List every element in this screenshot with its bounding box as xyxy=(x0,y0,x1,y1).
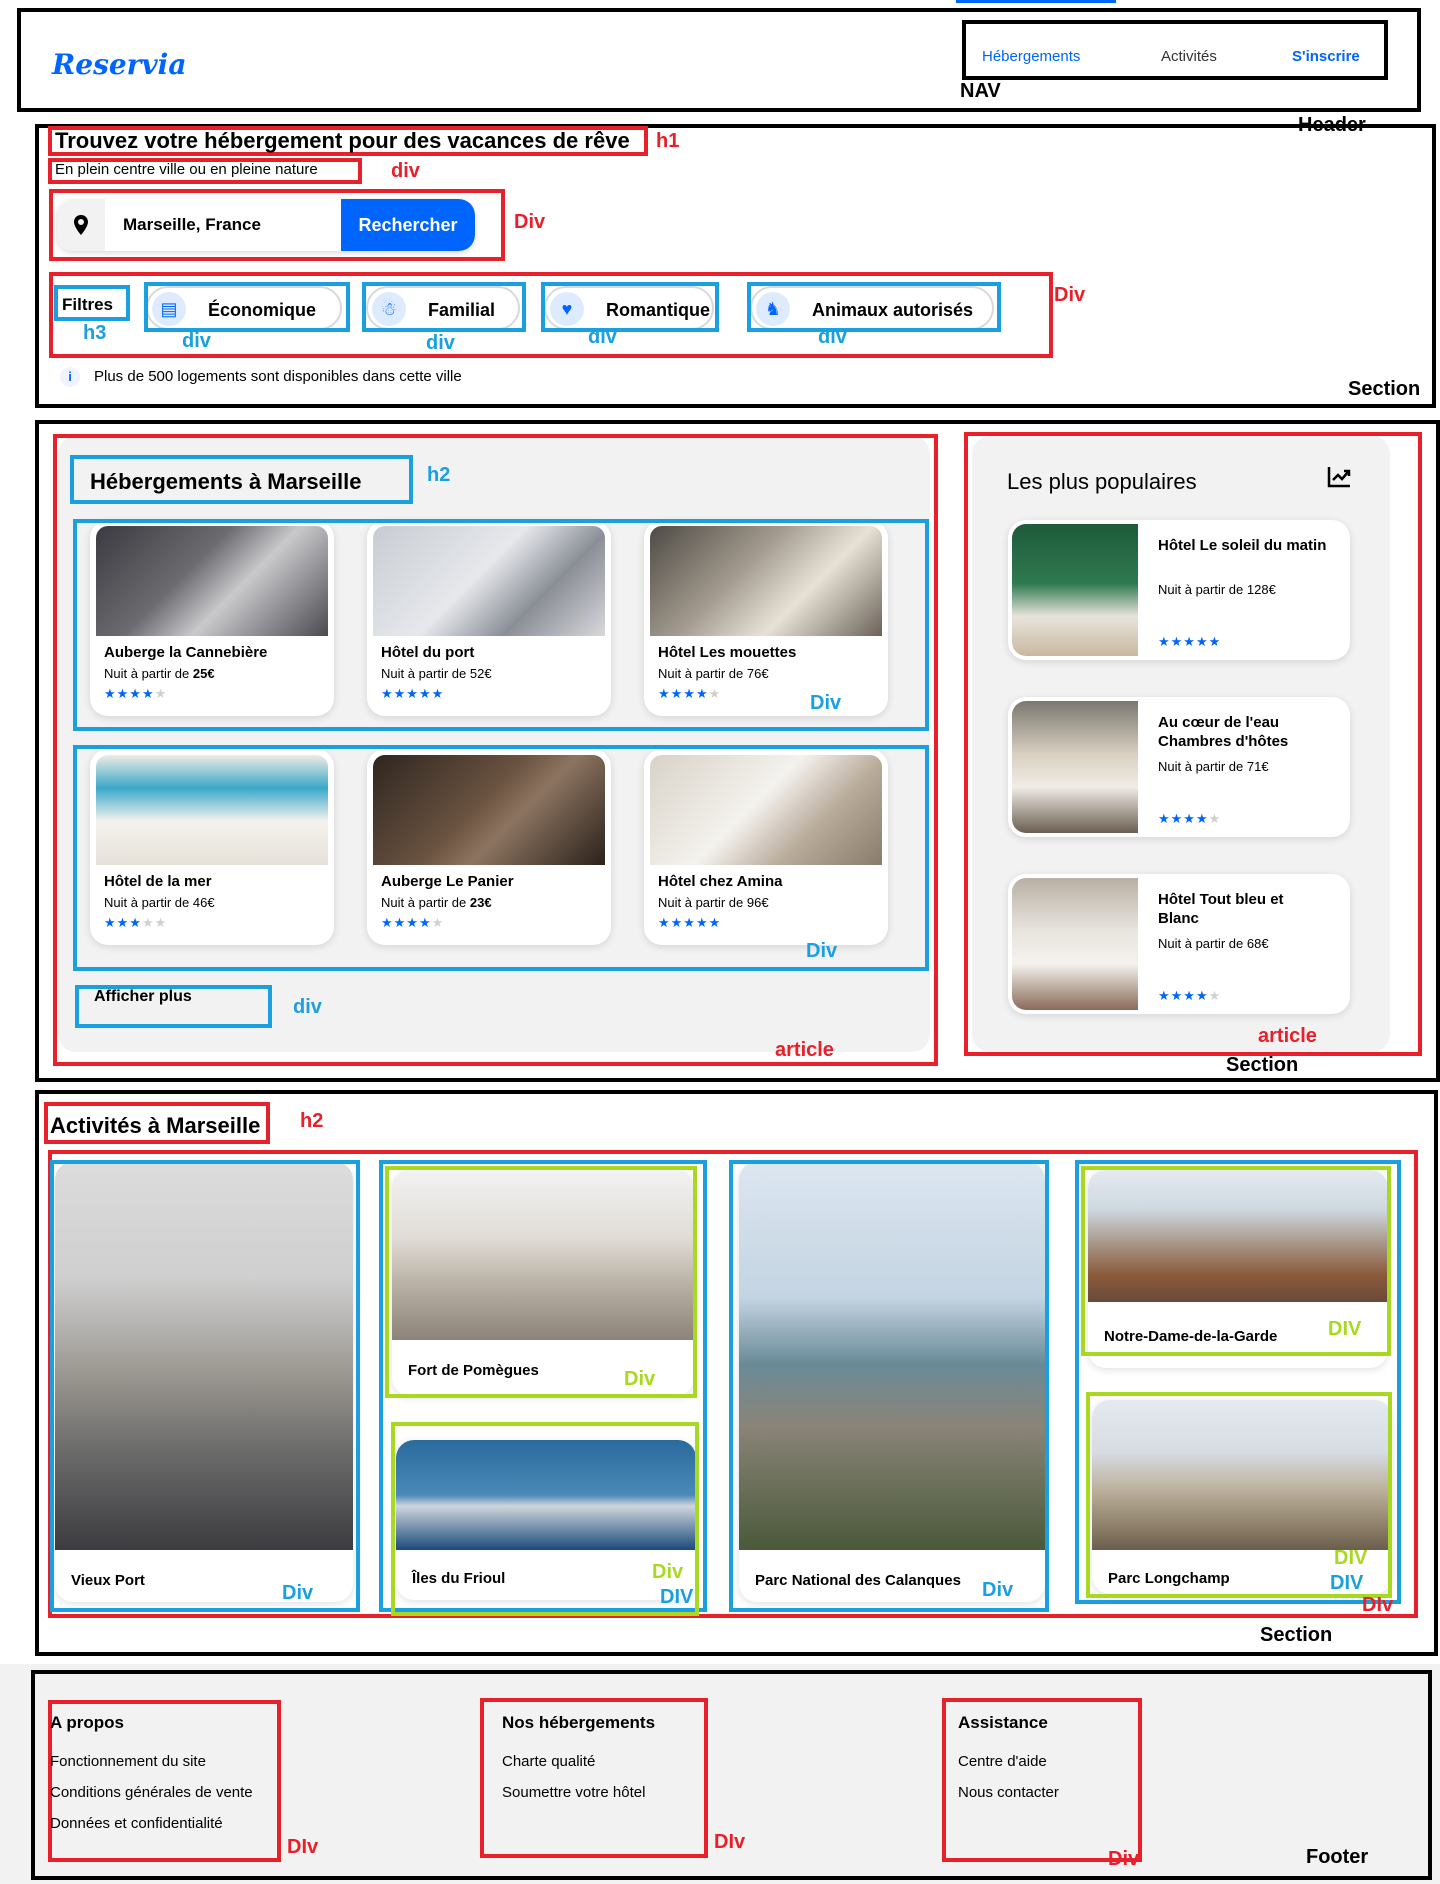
footer-link[interactable]: Soumettre votre hôtel xyxy=(502,1784,645,1801)
trending-icon xyxy=(1326,465,1352,494)
chip-outline xyxy=(362,282,526,332)
col-outline xyxy=(50,1160,360,1612)
article-annotation: article xyxy=(775,1039,834,1061)
popular-name: Hôtel Tout bleu et Blanc xyxy=(1158,891,1284,927)
div-annotation: Div xyxy=(282,1582,314,1604)
col-outline xyxy=(729,1160,1049,1612)
footer-heading: A propos xyxy=(50,1713,124,1732)
chip-outline xyxy=(747,282,1001,332)
nav-hebergements-link[interactable]: Hébergements xyxy=(982,48,1080,65)
star-rating: ★★★★★ xyxy=(1158,634,1222,649)
popular-photo xyxy=(1012,701,1138,833)
h3-annotation: h3 xyxy=(83,322,107,344)
div-annotation: Div xyxy=(1108,1848,1140,1870)
popular-photo xyxy=(1012,524,1138,656)
activities-title: Activités à Marseille xyxy=(50,1113,261,1138)
div-annotation: Div xyxy=(652,1561,684,1583)
section-annotation: Section xyxy=(1226,1054,1299,1076)
star-rating: ★★★★★ xyxy=(1158,988,1222,1003)
div-annotation: div xyxy=(426,332,455,354)
popular-price: Nuit à partir de 68€ xyxy=(1158,936,1269,951)
search-button[interactable]: Rechercher xyxy=(341,199,475,251)
footer-annotation: Footer xyxy=(1306,1846,1369,1868)
h2-annotation: h2 xyxy=(300,1110,324,1132)
div-annotation: DIv xyxy=(714,1831,746,1853)
footer-link[interactable]: Conditions générales de vente xyxy=(50,1784,253,1801)
footer-link[interactable]: Charte qualité xyxy=(502,1753,595,1770)
div-annotation: Div xyxy=(624,1368,656,1390)
search-input[interactable]: Marseille, France xyxy=(123,215,261,235)
popular-price: Nuit à partir de 71€ xyxy=(1158,759,1269,774)
info-icon: i xyxy=(60,367,80,387)
popular-photo xyxy=(1012,878,1138,1010)
popular-price: Nuit à partir de 128€ xyxy=(1158,582,1276,597)
footer-link[interactable]: Nous contacter xyxy=(958,1784,1059,1801)
page-title: Trouvez votre hébergement pour des vacan… xyxy=(55,128,630,153)
div-annotation: DIV xyxy=(1334,1547,1368,1569)
hero-subtitle: En plein centre ville ou en pleine natur… xyxy=(55,161,318,178)
div-annotation: DIv xyxy=(1362,1594,1394,1616)
footer-heading: Nos hébergements xyxy=(502,1713,656,1732)
popular-card[interactable]: Hôtel Tout bleu et Blanc Nuit à partir d… xyxy=(1008,874,1350,1014)
div-annotation: Div xyxy=(810,692,842,714)
popular-name: Hôtel Le soleil du matin xyxy=(1158,537,1327,554)
div-annotation: Div xyxy=(1054,284,1086,306)
div-annotation: div xyxy=(588,326,617,348)
div-annotation: DIV xyxy=(660,1586,694,1608)
div-annotation: DIV xyxy=(1328,1318,1362,1340)
div-annotation: Div xyxy=(806,940,838,962)
card-outline xyxy=(391,1422,699,1616)
chip-outline xyxy=(541,282,719,332)
div-annotation: Div xyxy=(514,211,546,233)
nav-activites-link[interactable]: Activités xyxy=(1161,48,1217,65)
location-pin-icon xyxy=(57,199,105,251)
search-bar: Marseille, France Rechercher xyxy=(57,199,475,251)
row-outline xyxy=(73,745,929,971)
popular-name: Au cœur de l'eau Chambres d'hôtes xyxy=(1158,714,1289,750)
star-rating: ★★★★★ xyxy=(1158,811,1222,826)
footer-heading: Assistance xyxy=(958,1713,1048,1732)
h1-annotation: h1 xyxy=(656,130,680,152)
footer-link[interactable]: Données et confidentialité xyxy=(50,1815,223,1832)
section-annotation: Section xyxy=(1260,1624,1333,1646)
div-annotation: div xyxy=(293,996,322,1018)
div-annotation: DIV xyxy=(1330,1572,1364,1594)
popular-title: Les plus populaires xyxy=(1007,469,1197,494)
top-accent-bar xyxy=(956,0,1116,3)
nav-signup-link[interactable]: S'inscrire xyxy=(1292,48,1360,65)
div-annotation: div xyxy=(818,326,847,348)
popular-card[interactable]: Hôtel Le soleil du matin Nuit à partir d… xyxy=(1008,520,1350,660)
info-text: Plus de 500 logements sont disponibles d… xyxy=(94,368,462,385)
footer-link[interactable]: Centre d'aide xyxy=(958,1753,1047,1770)
card-outline xyxy=(385,1166,697,1398)
div-annotation: div xyxy=(182,330,211,352)
section-annotation: Section xyxy=(1348,378,1421,400)
filters-title: Filtres xyxy=(62,295,114,314)
chip-outline xyxy=(144,282,350,332)
article-annotation: article xyxy=(1258,1025,1317,1047)
div-annotation: Div xyxy=(982,1579,1014,1601)
show-more-button[interactable]: Afficher plus xyxy=(94,988,192,1006)
div-annotation: div xyxy=(391,160,420,182)
div-annotation: DIv xyxy=(287,1836,319,1858)
popular-card[interactable]: Au cœur de l'eau Chambres d'hôtes Nuit à… xyxy=(1008,697,1350,837)
h2-annotation: h2 xyxy=(427,464,451,486)
nav-annotation: NAV xyxy=(960,80,1001,102)
footer-link[interactable]: Fonctionnement du site xyxy=(50,1753,206,1770)
lodging-title: Hébergements à Marseille xyxy=(90,469,362,494)
row-outline xyxy=(73,519,929,731)
logo[interactable]: Reservia xyxy=(52,48,186,81)
